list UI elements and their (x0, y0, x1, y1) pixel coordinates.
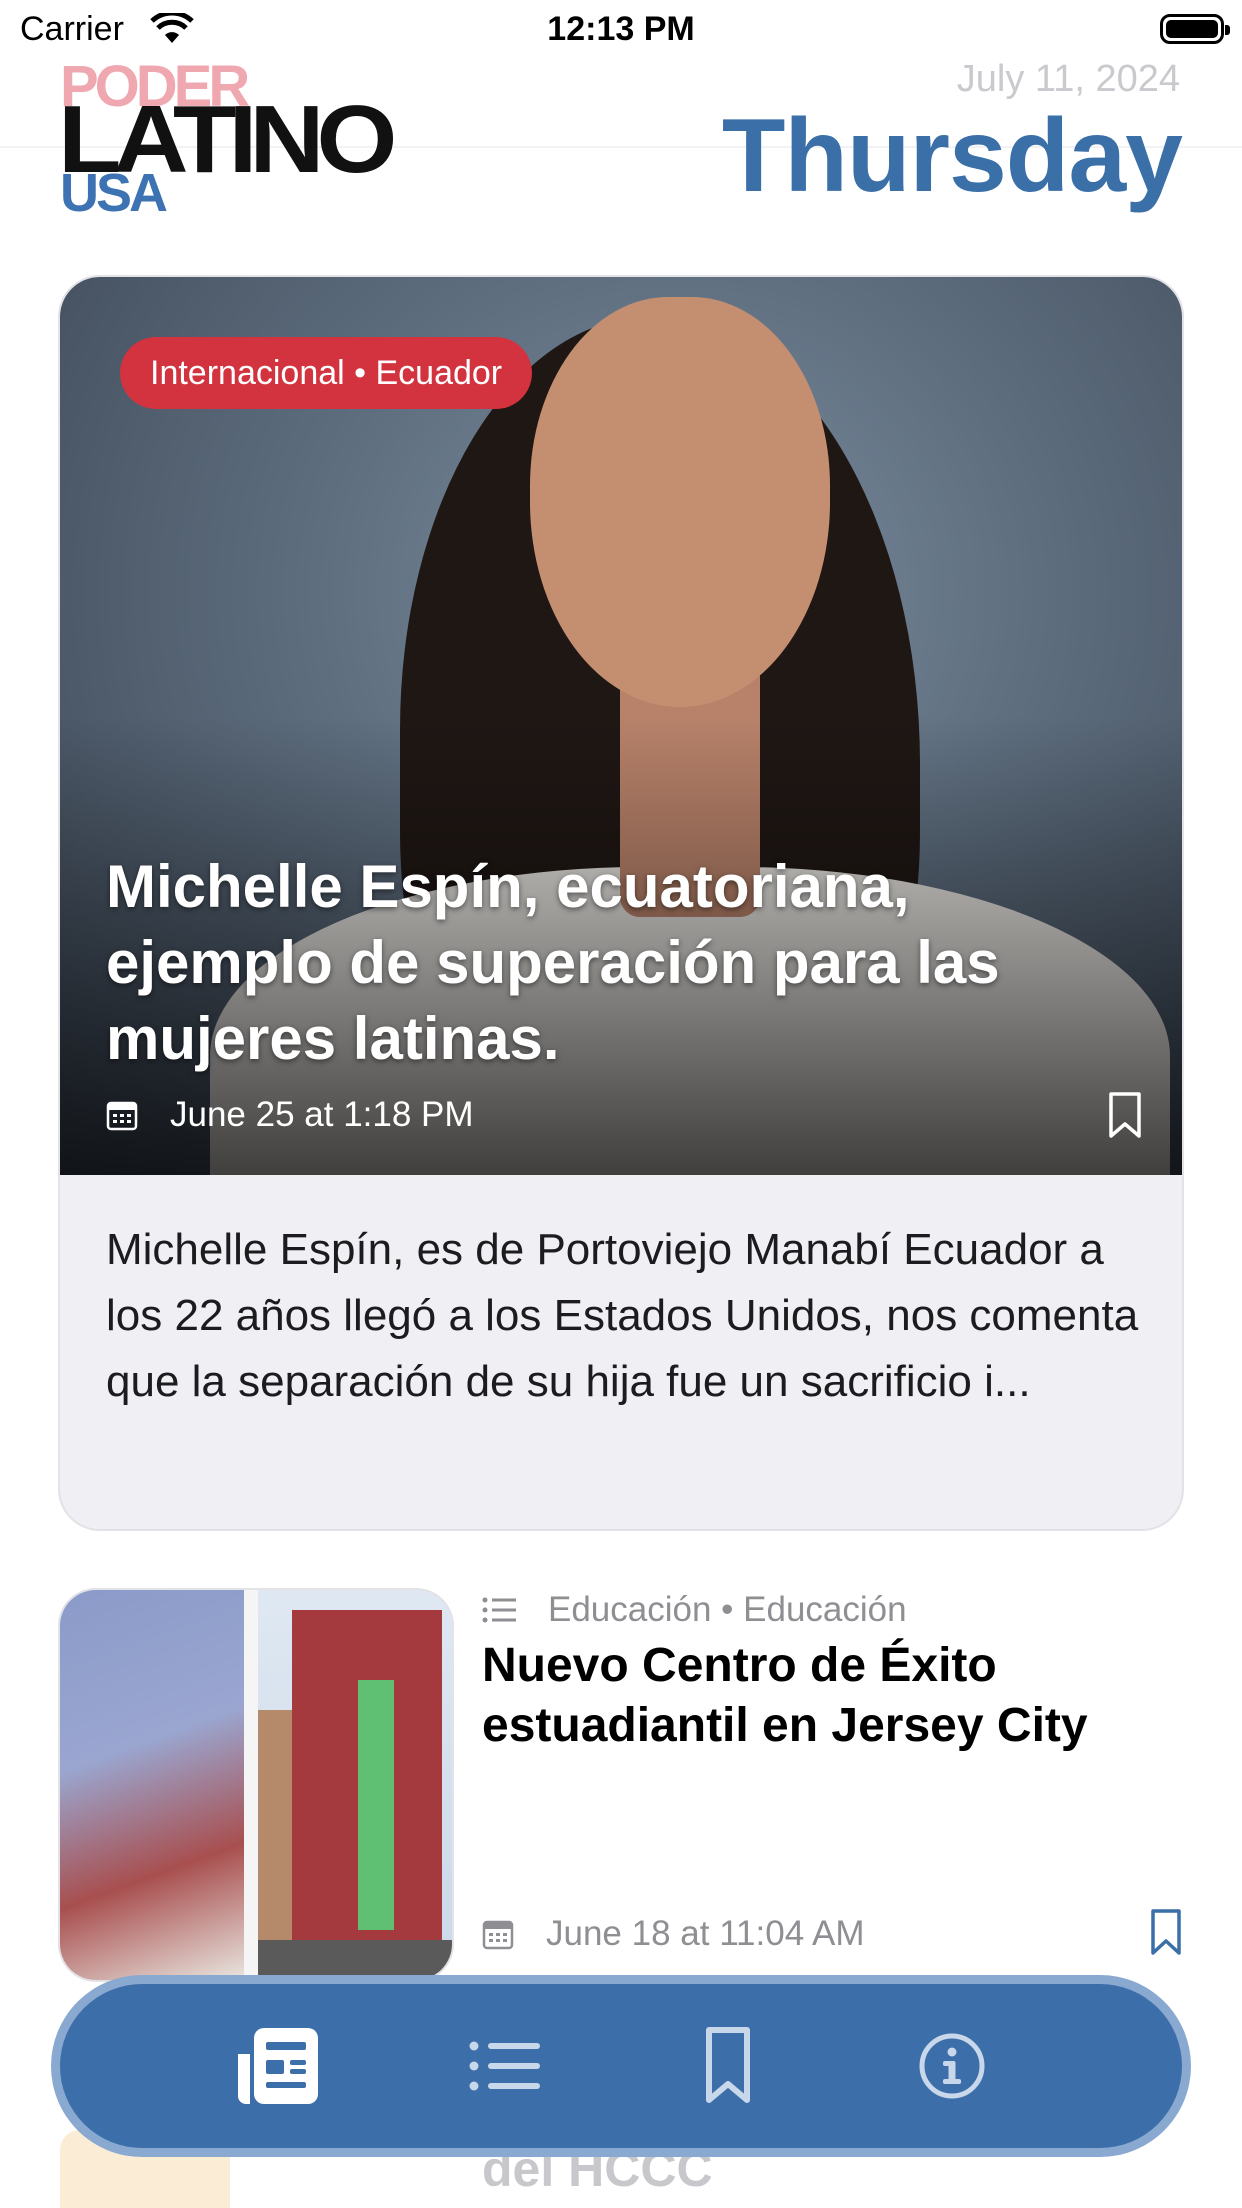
featured-article-date: June 25 at 1:18 PM (170, 1095, 474, 1134)
tab-info[interactable] (906, 2020, 998, 2112)
tab-news[interactable] (232, 2020, 324, 2112)
logo-text-usa: USA (60, 163, 168, 223)
featured-category-badge[interactable]: Internacional • Ecuador (120, 337, 533, 409)
tab-bar (60, 1984, 1182, 2148)
header-date: July 11, 2024 (956, 58, 1180, 100)
app-logo: PODER LATINO USA (58, 58, 397, 223)
article-list-item[interactable]: Educación • Educación Nuevo Centro de Éx… (60, 1590, 1182, 1980)
status-time: 12:13 PM (547, 10, 695, 48)
header-weekday: Thursday (721, 98, 1183, 214)
newspaper-icon (238, 2028, 318, 2104)
list-icon (469, 2041, 540, 2091)
list-icon (482, 1597, 516, 1623)
article-title[interactable]: Nuevo Centro de Éxito estuadiantil en Je… (482, 1636, 1172, 1756)
bookmark-icon[interactable] (1150, 1908, 1182, 1956)
status-bar: Carrier 12:13 PM (0, 0, 1242, 62)
article-thumbnail (60, 1590, 452, 1980)
next-article-title[interactable]: del HCCC (482, 2140, 713, 2198)
info-icon (919, 2033, 985, 2099)
tab-saved[interactable] (682, 2020, 774, 2112)
battery-icon (1160, 14, 1230, 44)
calendar-icon (482, 1920, 514, 1950)
featured-article-card[interactable]: Internacional • Ecuador Michelle Espín, … (60, 277, 1182, 1529)
article-meta: June 18 at 11:04 AM (482, 1912, 864, 1956)
featured-article-excerpt: Michelle Espín, es de Portoviejo Manabí … (106, 1225, 1139, 1406)
tab-categories[interactable] (460, 2020, 552, 2112)
calendar-icon (106, 1101, 138, 1131)
article-category: Educación • Educación (482, 1590, 907, 1630)
featured-article-meta: June 25 at 1:18 PM (106, 1093, 474, 1137)
article-category-label: Educación • Educación (548, 1590, 907, 1629)
featured-article-title[interactable]: Michelle Espín, ecuatoriana, ejemplo de … (106, 849, 1126, 1077)
article-date: June 18 at 11:04 AM (546, 1914, 865, 1953)
bookmark-icon (706, 2027, 750, 2103)
bookmark-icon[interactable] (1108, 1091, 1142, 1139)
